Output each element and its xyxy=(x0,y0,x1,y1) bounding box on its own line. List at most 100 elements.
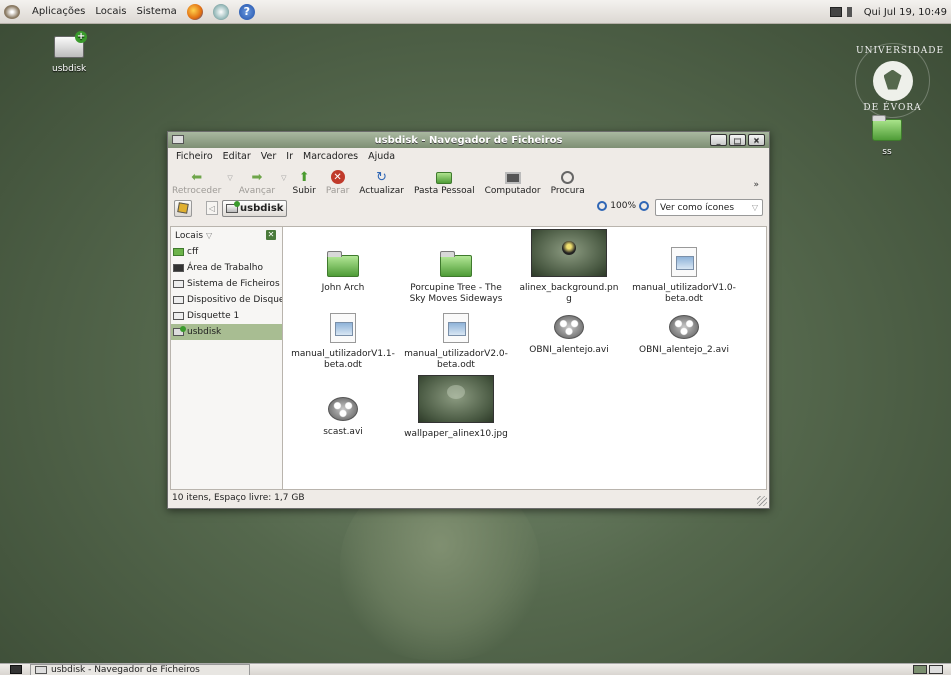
toolbar-overflow-icon[interactable]: » xyxy=(753,180,759,190)
zoom-out-icon[interactable] xyxy=(597,201,608,211)
resize-grip[interactable] xyxy=(757,496,767,506)
clock[interactable]: Qui Jul 19, 10:49 xyxy=(864,7,947,18)
close-button[interactable]: ✕ xyxy=(748,134,765,146)
file-item[interactable]: manual_utilizadorV1.1-beta.odt xyxy=(288,313,398,371)
status-bar: 10 itens, Espaço livre: 1,7 GB xyxy=(170,490,767,506)
menu-applications[interactable]: Aplicações xyxy=(32,6,85,17)
back-arrow-icon: ⬅ xyxy=(191,169,203,185)
file-item[interactable]: alinex_background.png xyxy=(514,229,624,305)
location-bar: ◁ usbdisk 100% Ver como ícones ▽ xyxy=(168,196,769,220)
menubar: Ficheiro Editar Ver Ir Marcadores Ajuda xyxy=(168,148,769,164)
file-item[interactable]: Porcupine Tree - The Sky Moves Sideways xyxy=(401,249,511,305)
folder-icon xyxy=(872,115,902,141)
home-button[interactable]: Pasta Pessoal xyxy=(412,172,477,196)
window-titlebar[interactable]: usbdisk - Navegador de Ficheiros _ □ ✕ xyxy=(168,132,769,148)
side-pane: Locais ▽ ✕ cff Área de Trabalho Sistema … xyxy=(170,226,285,490)
document-icon xyxy=(330,313,356,343)
reload-icon: ↻ xyxy=(376,169,388,185)
firefox-icon[interactable] xyxy=(186,3,203,20)
path-button-usbdisk[interactable]: usbdisk xyxy=(222,199,288,217)
desktop-icon-usbdisk[interactable]: + usbdisk xyxy=(52,31,88,74)
taskbar-item-file-browser[interactable]: usbdisk - Navegador de Ficheiros xyxy=(30,663,250,675)
sidebar-item-filesystem[interactable]: Sistema de Ficheiros xyxy=(171,276,282,292)
file-item[interactable]: OBNI_alentejo.avi xyxy=(514,315,624,356)
sidebar-item-desktop[interactable]: Área de Trabalho xyxy=(171,260,282,276)
window-title: usbdisk - Navegador de Ficheiros xyxy=(374,134,563,146)
zoom-control: 100% xyxy=(597,201,649,211)
window-menu-icon[interactable] xyxy=(172,135,184,144)
file-icon-view[interactable]: John Arch Porcupine Tree - The Sky Moves… xyxy=(283,226,767,490)
chevron-down-icon: ▽ xyxy=(206,231,213,240)
network-icon[interactable] xyxy=(829,7,842,17)
desktop-icon-ss[interactable]: ss xyxy=(872,115,902,157)
zoom-level[interactable]: 100% xyxy=(610,201,636,211)
workspace-switcher[interactable] xyxy=(913,665,943,674)
pencil-icon xyxy=(177,202,189,214)
usb-drive-icon: + xyxy=(54,31,88,58)
workspace-2[interactable] xyxy=(929,665,943,674)
main-content: Locais ▽ ✕ cff Área de Trabalho Sistema … xyxy=(170,226,767,490)
help-icon[interactable]: ? xyxy=(238,3,255,20)
chevron-down-icon: ▽ xyxy=(751,203,758,212)
document-icon xyxy=(671,247,697,277)
toolbar: ⬅ Retroceder ▽ ➡ Avançar ▽ ⬆ Subir ✕ Par… xyxy=(168,164,769,197)
video-reel-icon xyxy=(328,397,358,421)
back-history-dropdown[interactable]: ▽ xyxy=(227,174,232,182)
computer-button[interactable]: Computador xyxy=(483,172,543,196)
home-folder-icon xyxy=(173,248,184,256)
menu-file[interactable]: Ficheiro xyxy=(176,151,213,162)
maximize-button[interactable]: □ xyxy=(729,134,746,146)
file-browser-window: usbdisk - Navegador de Ficheiros _ □ ✕ F… xyxy=(167,131,770,509)
file-item[interactable]: manual_utilizadorV1.0-beta.odt xyxy=(629,247,739,305)
minimize-button[interactable]: _ xyxy=(710,134,727,146)
mail-icon[interactable] xyxy=(212,3,229,20)
path-scroll-left-button[interactable]: ◁ xyxy=(206,201,218,215)
view-as-select[interactable]: Ver como ícones ▽ xyxy=(655,199,763,216)
video-reel-icon xyxy=(669,315,699,339)
show-desktop-button[interactable] xyxy=(10,665,22,674)
sidebar-item-floppy-device[interactable]: Dispositivo de Disquete xyxy=(171,292,282,308)
forward-button[interactable]: ➡ Avançar xyxy=(237,170,277,197)
folder-icon xyxy=(440,251,472,277)
bottom-panel: usbdisk - Navegador de Ficheiros xyxy=(0,663,951,675)
menu-places[interactable]: Locais xyxy=(95,6,126,17)
usb-drive-icon xyxy=(226,200,240,213)
menu-system[interactable]: Sistema xyxy=(137,6,177,17)
image-thumbnail xyxy=(418,375,494,423)
status-text: 10 itens, Espaço livre: 1,7 GB xyxy=(172,493,305,503)
volume-icon[interactable] xyxy=(846,7,859,17)
close-icon[interactable]: ✕ xyxy=(266,230,276,240)
menu-help[interactable]: Ajuda xyxy=(368,151,395,162)
zoom-in-icon[interactable] xyxy=(639,201,649,211)
image-thumbnail xyxy=(531,229,607,277)
drive-icon xyxy=(173,280,184,288)
desktop-icon xyxy=(173,264,184,272)
sidebar-item-cff[interactable]: cff xyxy=(171,244,282,260)
file-item[interactable]: scast.avi xyxy=(288,397,398,438)
up-button[interactable]: ⬆ Subir xyxy=(290,169,317,197)
sidebar-item-floppy-1[interactable]: Disquette 1 xyxy=(171,308,282,324)
window-icon xyxy=(35,665,47,674)
stop-icon: ✕ xyxy=(330,170,345,184)
side-pane-header[interactable]: Locais ▽ ✕ xyxy=(171,227,282,244)
menu-view[interactable]: Ver xyxy=(261,151,277,162)
stop-button[interactable]: ✕ Parar xyxy=(324,170,351,196)
file-item[interactable]: manual_utilizadorV2.0-beta.odt xyxy=(401,313,511,371)
file-item[interactable]: OBNI_alentejo_2.avi xyxy=(629,315,739,356)
search-icon xyxy=(561,171,575,184)
search-button[interactable]: Procura xyxy=(549,171,587,196)
workspace-1[interactable] xyxy=(913,665,927,674)
video-reel-icon xyxy=(554,315,584,339)
desktop-icon-label: usbdisk xyxy=(52,64,87,74)
file-item[interactable]: wallpaper_alinex10.jpg xyxy=(401,375,511,440)
file-item[interactable]: John Arch xyxy=(288,249,398,294)
sidebar-item-usbdisk[interactable]: usbdisk xyxy=(171,324,282,340)
back-button[interactable]: ⬅ Retroceder xyxy=(170,169,223,197)
menu-edit[interactable]: Editar xyxy=(223,151,251,162)
up-arrow-icon: ⬆ xyxy=(298,169,310,185)
menu-go[interactable]: Ir xyxy=(286,151,293,162)
toggle-location-entry-button[interactable] xyxy=(174,199,192,217)
reload-button[interactable]: ↻ Actualizar xyxy=(357,169,406,197)
menu-bookmarks[interactable]: Marcadores xyxy=(303,151,358,162)
forward-history-dropdown[interactable]: ▽ xyxy=(281,174,286,182)
